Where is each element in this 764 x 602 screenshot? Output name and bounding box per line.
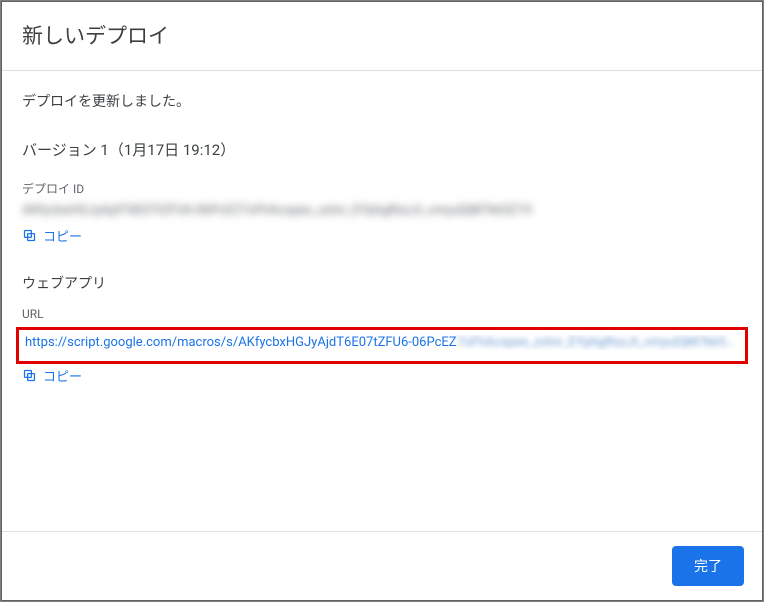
webapp-url-visible: https://script.google.com/macros/s/AKfyc…	[25, 335, 457, 350]
webapp-url-blurred: 7oFhAcspex_zxtnr_EYphgRszJt_vmyuDjM7kk5…	[457, 335, 735, 350]
webapp-heading: ウェブアプリ	[22, 273, 742, 293]
done-button[interactable]: 完了	[672, 546, 744, 586]
new-deployment-dialog: 新しいデプロイ デプロイを更新しました。 バージョン 1（1月17日 19:12…	[1, 1, 763, 601]
deploy-id-label: デプロイ ID	[22, 180, 742, 197]
copy-icon	[22, 228, 37, 243]
copy-url-row[interactable]: コピー	[22, 366, 742, 385]
dialog-titlebar: 新しいデプロイ	[2, 2, 762, 71]
copy-url-button[interactable]: コピー	[43, 366, 82, 385]
copy-deploy-id-button[interactable]: コピー	[43, 226, 82, 245]
dialog-title: 新しいデプロイ	[22, 20, 742, 50]
url-highlight-box: https://script.google.com/macros/s/AKfyc…	[16, 327, 748, 364]
webapp-url[interactable]: https://script.google.com/macros/s/AKfyc…	[25, 335, 739, 350]
dialog-footer: 完了	[2, 531, 762, 600]
deploy-id-value: AKfycbxHGJyAjdT6E07tZFU6-06PcEZ7oFhAcspe…	[22, 203, 742, 218]
dialog-body: デプロイを更新しました。 バージョン 1（1月17日 19:12） デプロイ I…	[2, 71, 762, 385]
copy-deploy-id-row[interactable]: コピー	[22, 226, 742, 245]
version-line: バージョン 1（1月17日 19:12）	[22, 139, 742, 160]
url-label: URL	[22, 307, 742, 321]
update-message: デプロイを更新しました。	[22, 91, 742, 111]
copy-icon	[22, 368, 37, 383]
